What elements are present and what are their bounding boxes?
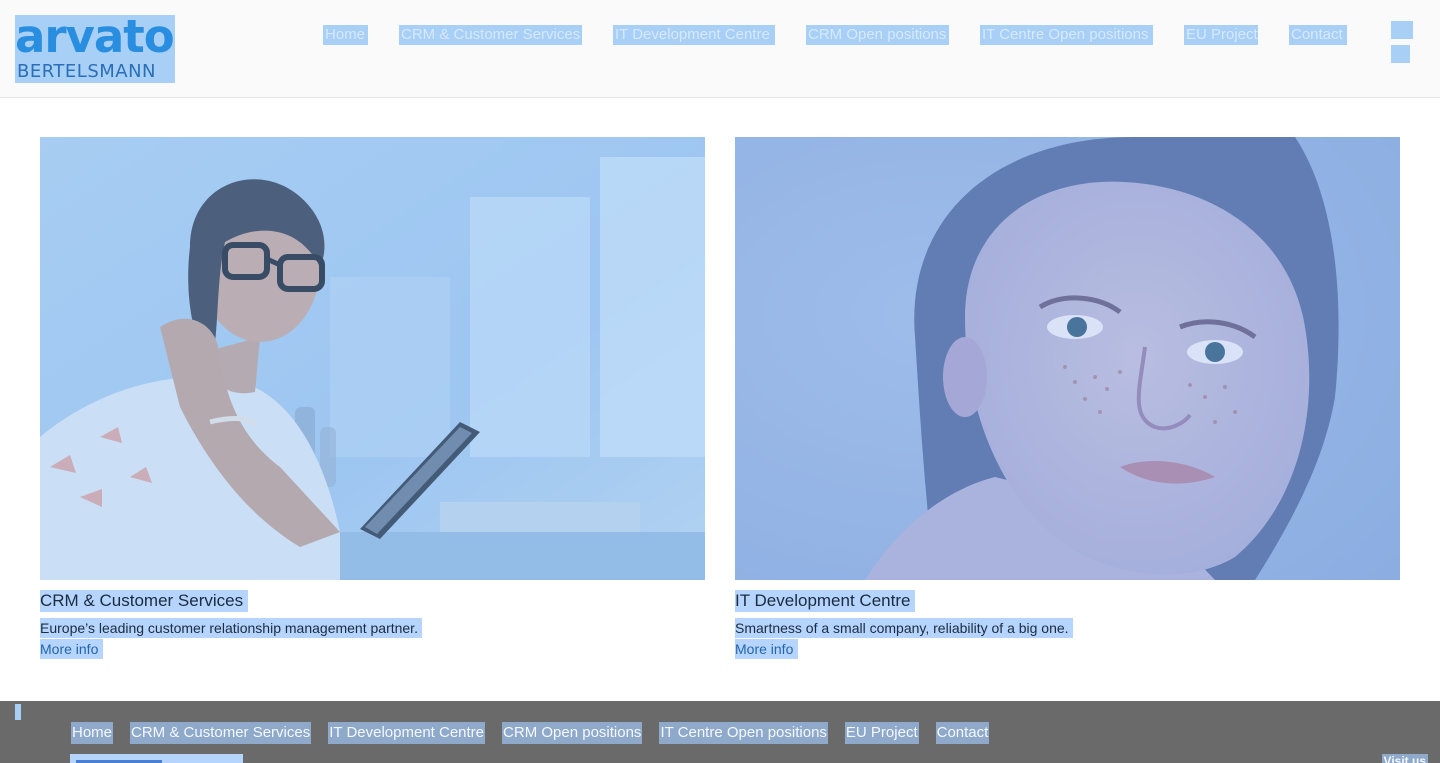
logo-wordmark: arvato <box>15 10 175 63</box>
visit-us-link[interactable]: Visit us <box>1381 754 1428 763</box>
card-description: Smartness of a small company, reliabilit… <box>735 618 1073 638</box>
footer-nav-contact[interactable]: Contact <box>935 722 990 744</box>
footer-nav-crm-customer-services[interactable]: CRM & Customer Services <box>130 722 312 744</box>
more-info-link[interactable]: More info <box>40 639 104 659</box>
footer-nav-eu-project[interactable]: EU Project <box>844 722 919 744</box>
site-footer: Home CRM & Customer Services IT Developm… <box>0 701 1440 763</box>
site-header: arvato BERTELSMANN Home CRM & Customer S… <box>0 0 1440 98</box>
nav-it-development-centre[interactable]: IT Development Centre <box>613 25 775 45</box>
footer-nav-it-development-centre[interactable]: IT Development Centre <box>328 722 486 744</box>
nav-crm-open-positions[interactable]: CRM Open positions <box>806 25 949 45</box>
arvato-logo[interactable]: arvato BERTELSMANN <box>15 11 175 83</box>
card-crm-customer-services: CRM & Customer Services Europe’s leading… <box>40 137 705 659</box>
nav-eu-project[interactable]: EU Project <box>1184 25 1258 45</box>
footer-nav-crm-open-positions[interactable]: CRM Open positions <box>502 722 643 744</box>
more-info-link[interactable]: More info <box>735 639 799 659</box>
footer-nav-it-centre-open-positions[interactable]: IT Centre Open positions <box>659 722 828 744</box>
nav-contact[interactable]: Contact <box>1289 25 1347 45</box>
header-secondary-icon[interactable] <box>1391 45 1410 63</box>
nav-home[interactable]: Home <box>323 25 368 45</box>
header-toggle-icon[interactable] <box>1391 21 1413 39</box>
footer-marker <box>15 704 21 720</box>
card-it-development-centre: IT Development Centre Smartness of a sma… <box>735 137 1400 659</box>
card-description: Europe’s leading customer relationship m… <box>40 618 422 638</box>
card-title: IT Development Centre <box>735 590 916 612</box>
nav-crm-customer-services[interactable]: CRM & Customer Services <box>399 25 582 45</box>
card-title: CRM & Customer Services <box>40 590 249 612</box>
footer-navigation: Home CRM & Customer Services IT Developm… <box>71 722 990 744</box>
card-image-woman-with-tablet[interactable] <box>40 137 705 580</box>
main-navigation: Home CRM & Customer Services IT Developm… <box>323 25 1347 45</box>
footer-logo[interactable] <box>70 754 243 763</box>
footer-nav-home[interactable]: Home <box>71 722 114 744</box>
nav-it-centre-open-positions[interactable]: IT Centre Open positions <box>980 25 1153 45</box>
logo-subtitle: BERTELSMANN <box>17 61 157 82</box>
card-image-freckled-woman-portrait[interactable] <box>735 137 1400 580</box>
